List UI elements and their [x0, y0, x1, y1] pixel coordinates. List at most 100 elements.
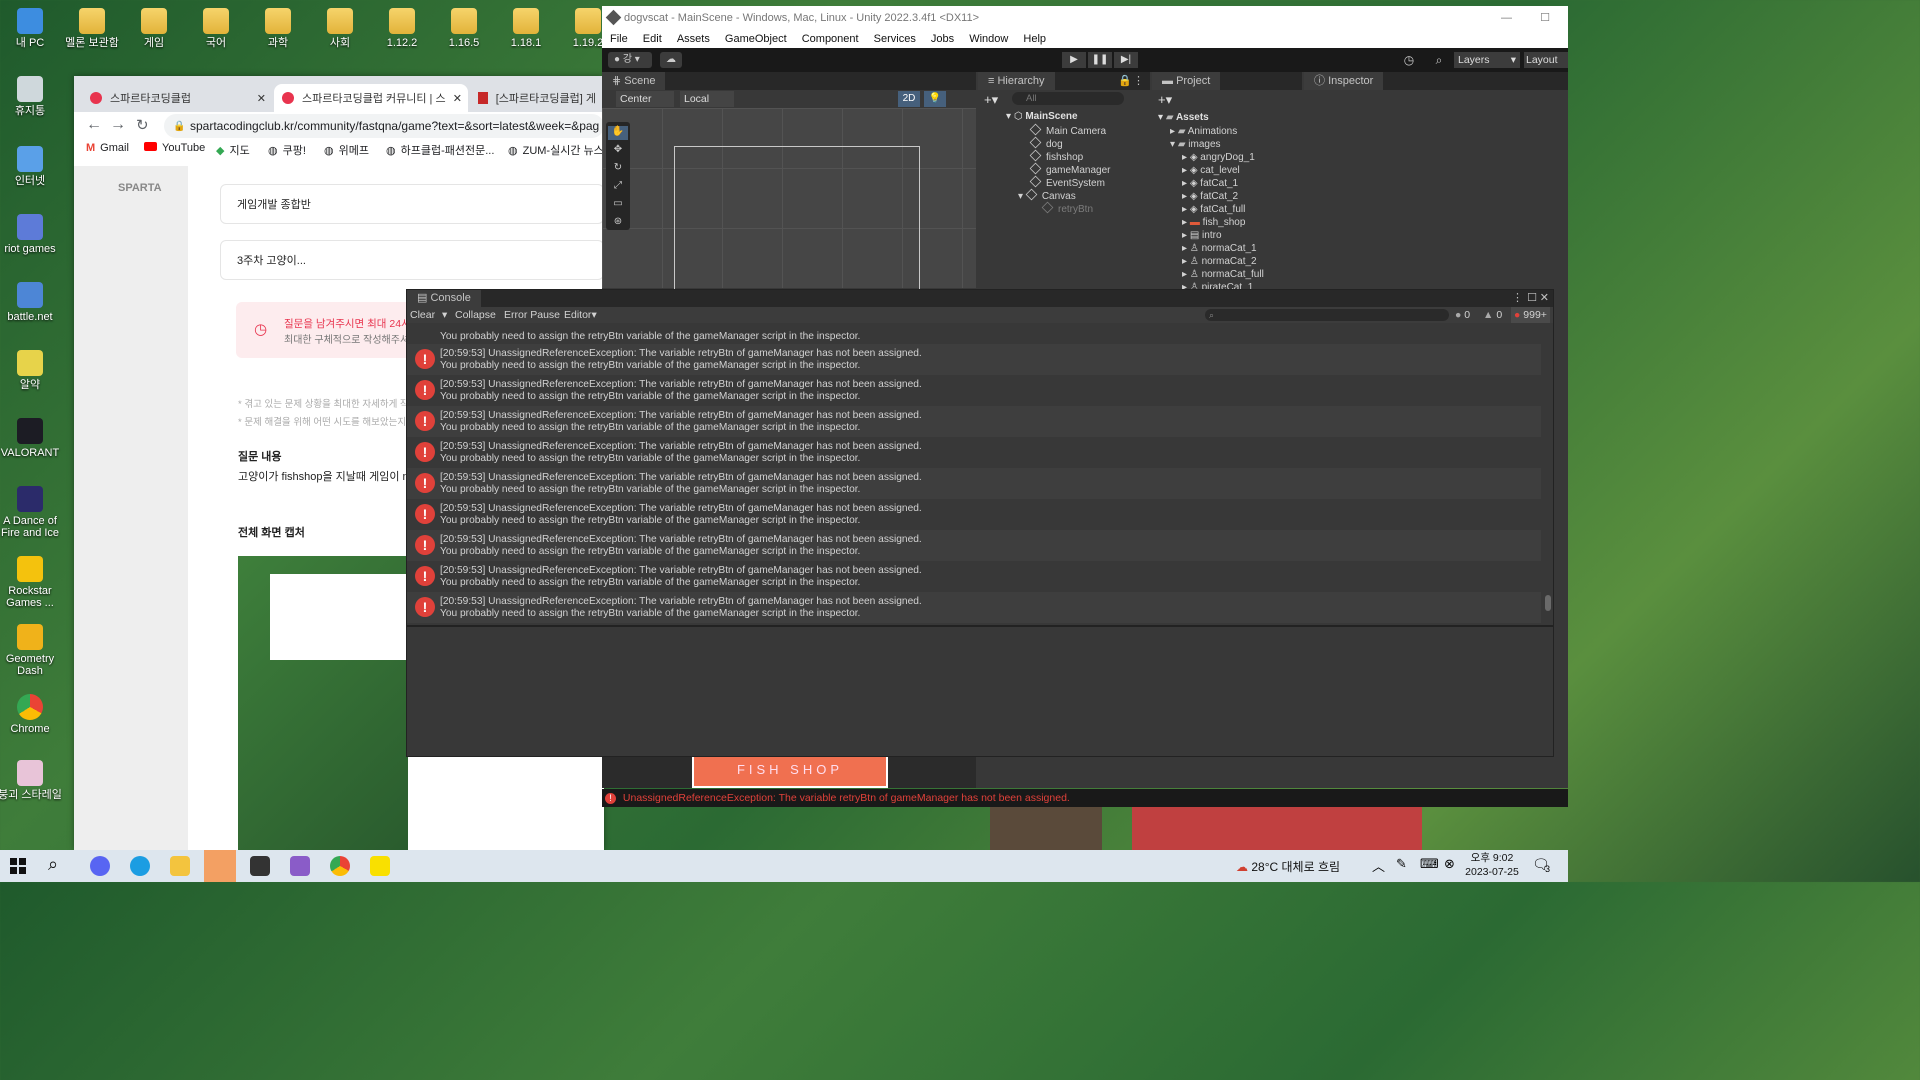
scale-tool-icon[interactable]: ⤢: [608, 180, 628, 194]
clock[interactable]: 오후 9:02 2023-07-25: [1462, 851, 1522, 879]
unity-icon[interactable]: [250, 856, 270, 876]
editor-dropdown[interactable]: Editor▾: [564, 307, 597, 323]
clear-button[interactable]: Clear ▾: [410, 307, 447, 323]
browser-tab-1[interactable]: 스파르타코딩클럽 ✕: [82, 84, 272, 112]
desktop-icon-my-pc[interactable]: 내 PC: [0, 8, 63, 49]
lock-icon[interactable]: 🔒: [1118, 72, 1132, 90]
desktop-icon-geometry[interactable]: Geometry Dash: [0, 624, 63, 677]
desktop-icon-battlenet[interactable]: battle.net: [0, 282, 63, 323]
keyboard-icon[interactable]: ⌨: [1420, 856, 1439, 872]
log-entry[interactable]: ! [20:59:53] UnassignedReferenceException…: [407, 406, 1541, 437]
log-entry[interactable]: ! [20:59:53] UnassignedReferenceException…: [407, 530, 1541, 561]
log-entry[interactable]: ! [20:59:53] UnassignedReferenceException…: [407, 375, 1541, 406]
more-icon[interactable]: ⋮: [1133, 72, 1144, 90]
unity-status-bar[interactable]: ! UnassignedReferenceException: The vari…: [602, 789, 1568, 807]
bookmark-zum[interactable]: ◍ ZUM-실시간 뉴스: [508, 142, 604, 158]
weather-widget[interactable]: ☁ 28°C 대체로 흐림: [1236, 858, 1340, 875]
bookmark-wemakeprice[interactable]: ◍ 위메프: [324, 142, 369, 158]
maximize-icon[interactable]: ☐: [1540, 6, 1550, 30]
toggle-2d-button[interactable]: 2D: [898, 91, 920, 107]
unity-hub-icon[interactable]: [204, 850, 236, 882]
transform-tool-icon[interactable]: ⊛: [608, 216, 628, 230]
hierarchy-main-camera[interactable]: Main Camera: [1029, 123, 1106, 137]
hierarchy-retrybtn[interactable]: retryBtn: [1041, 201, 1093, 215]
menu-file[interactable]: File: [610, 33, 628, 45]
desktop-icon-alyac[interactable]: 알약: [0, 350, 63, 391]
desktop-icon-rockstar[interactable]: Rockstar Games ...: [0, 556, 63, 609]
menu-jobs[interactable]: Jobs: [931, 33, 954, 45]
tray-chevron-icon[interactable]: ︿: [1372, 856, 1385, 875]
minimize-icon[interactable]: —: [1501, 6, 1512, 30]
visual-studio-icon[interactable]: [290, 856, 310, 876]
desktop-icon-riot[interactable]: riot games: [0, 214, 63, 255]
add-icon[interactable]: +▾: [1158, 92, 1172, 108]
desktop-icon-1181[interactable]: 1.18.1: [493, 8, 559, 49]
lighting-icon[interactable]: 💡: [924, 91, 946, 107]
menu-component[interactable]: Component: [802, 33, 859, 45]
hierarchy-fishshop[interactable]: fishshop: [1029, 149, 1083, 163]
windows-start-icon[interactable]: [10, 858, 26, 874]
log-entry[interactable]: You probably need to assign the retryBtn…: [407, 323, 1541, 346]
bookmark-gmail[interactable]: M Gmail: [86, 142, 129, 154]
hierarchy-search[interactable]: All: [1012, 92, 1124, 105]
asset-fatcat1[interactable]: ▸ ◈ fatCat_1: [1182, 178, 1238, 189]
hierarchy-eventsystem[interactable]: EventSystem: [1029, 175, 1105, 189]
collapse-button[interactable]: Collapse: [455, 307, 496, 323]
menu-help[interactable]: Help: [1023, 33, 1046, 45]
question-text[interactable]: 고양이가 fishshop을 지날때 게임이 n: [238, 468, 409, 484]
browser-tab-3[interactable]: [스파르타코딩클럽] 게: [470, 84, 604, 112]
menu-window[interactable]: Window: [969, 33, 1008, 45]
desktop-icon-chrome[interactable]: Chrome: [0, 694, 63, 735]
asset-angrydog1[interactable]: ▸ ◈ angryDog_1: [1182, 152, 1255, 163]
close-icon[interactable]: ✕: [1540, 290, 1549, 307]
pause-icon[interactable]: ❚❚: [1088, 52, 1112, 68]
pen-icon[interactable]: ✎: [1396, 856, 1407, 872]
desktop-icon-valorant[interactable]: VALORANT: [0, 418, 63, 459]
desktop-icon-korean[interactable]: 국어: [183, 8, 249, 49]
info-filter-toggle[interactable]: ● 0: [1455, 307, 1470, 323]
warning-filter-toggle[interactable]: ▲ 0: [1483, 307, 1502, 323]
menu-assets[interactable]: Assets: [677, 33, 710, 45]
chrome-icon[interactable]: [330, 856, 350, 876]
play-icon[interactable]: ▶: [1062, 52, 1086, 68]
cloud-icon[interactable]: ☁: [660, 52, 682, 68]
move-tool-icon[interactable]: ✥: [608, 144, 628, 158]
bookmark-coupang[interactable]: ◍ 쿠팡!: [268, 142, 306, 158]
log-entry[interactable]: ! [20:59:53] UnassignedReferenceException…: [407, 437, 1541, 468]
log-entry[interactable]: ! [20:59:53] UnassignedReferenceException…: [407, 561, 1541, 592]
hierarchy-canvas[interactable]: ▾ Canvas: [1018, 188, 1076, 202]
asset-normacat1[interactable]: ▸ ♙ normaCat_1: [1182, 243, 1257, 254]
tab-close-icon[interactable]: ✕: [257, 92, 266, 105]
file-explorer-icon[interactable]: [170, 856, 190, 876]
hierarchy-dog[interactable]: dog: [1029, 136, 1063, 150]
asset-intro[interactable]: ▸ ▤ intro: [1182, 230, 1222, 241]
desktop-icon-melon[interactable]: 멜론 보관함: [59, 8, 125, 49]
error-filter-toggle[interactable]: ● 999+: [1511, 307, 1550, 323]
asset-normacatfull[interactable]: ▸ ♙ normaCat_full: [1182, 269, 1264, 280]
desktop-icon-adofai[interactable]: A Dance of Fire and Ice: [0, 486, 63, 539]
address-bar[interactable]: 🔒 spartacodingclub.kr/community/fastqna/…: [164, 114, 604, 138]
course-select[interactable]: 게임개발 종합반: [220, 184, 604, 224]
log-entry[interactable]: ! [20:59:53] UnassignedReferenceException…: [407, 344, 1541, 375]
tab-hierarchy[interactable]: ≡ Hierarchy: [978, 72, 1055, 90]
step-icon[interactable]: ▶|: [1114, 52, 1138, 68]
console-scrollbar[interactable]: [1543, 323, 1553, 625]
hierarchy-scene-root[interactable]: ▾ ⬡ MainScene: [1006, 111, 1078, 122]
rect-tool-icon[interactable]: ▭: [608, 198, 628, 212]
history-icon[interactable]: ◷: [1398, 52, 1420, 68]
title-field[interactable]: 3주차 고양이...: [220, 240, 604, 280]
ime-icon[interactable]: ⊗: [1444, 856, 1455, 872]
tab-close-icon[interactable]: ✕: [453, 92, 462, 105]
search-icon[interactable]: ⌕: [48, 854, 58, 875]
asset-fatcat2[interactable]: ▸ ◈ fatCat_2: [1182, 191, 1238, 202]
hand-tool-icon[interactable]: ✋: [608, 126, 628, 140]
search-icon[interactable]: ⌕: [1428, 52, 1450, 68]
console-search-input[interactable]: ⌕: [1205, 309, 1449, 321]
browser-tab-2[interactable]: 스파르타코딩클럽 커뮤니티 | 스 ✕: [274, 84, 468, 112]
error-pause-button[interactable]: Error Pause: [504, 307, 560, 323]
desktop-icon-science[interactable]: 과학: [245, 8, 311, 49]
maximize-icon[interactable]: ☐: [1527, 290, 1537, 307]
desktop-icon-1122[interactable]: 1.12.2: [369, 8, 435, 49]
asset-fatcatfull[interactable]: ▸ ◈ fatCat_full: [1182, 204, 1245, 215]
tab-project[interactable]: ▬ Project: [1152, 72, 1221, 90]
